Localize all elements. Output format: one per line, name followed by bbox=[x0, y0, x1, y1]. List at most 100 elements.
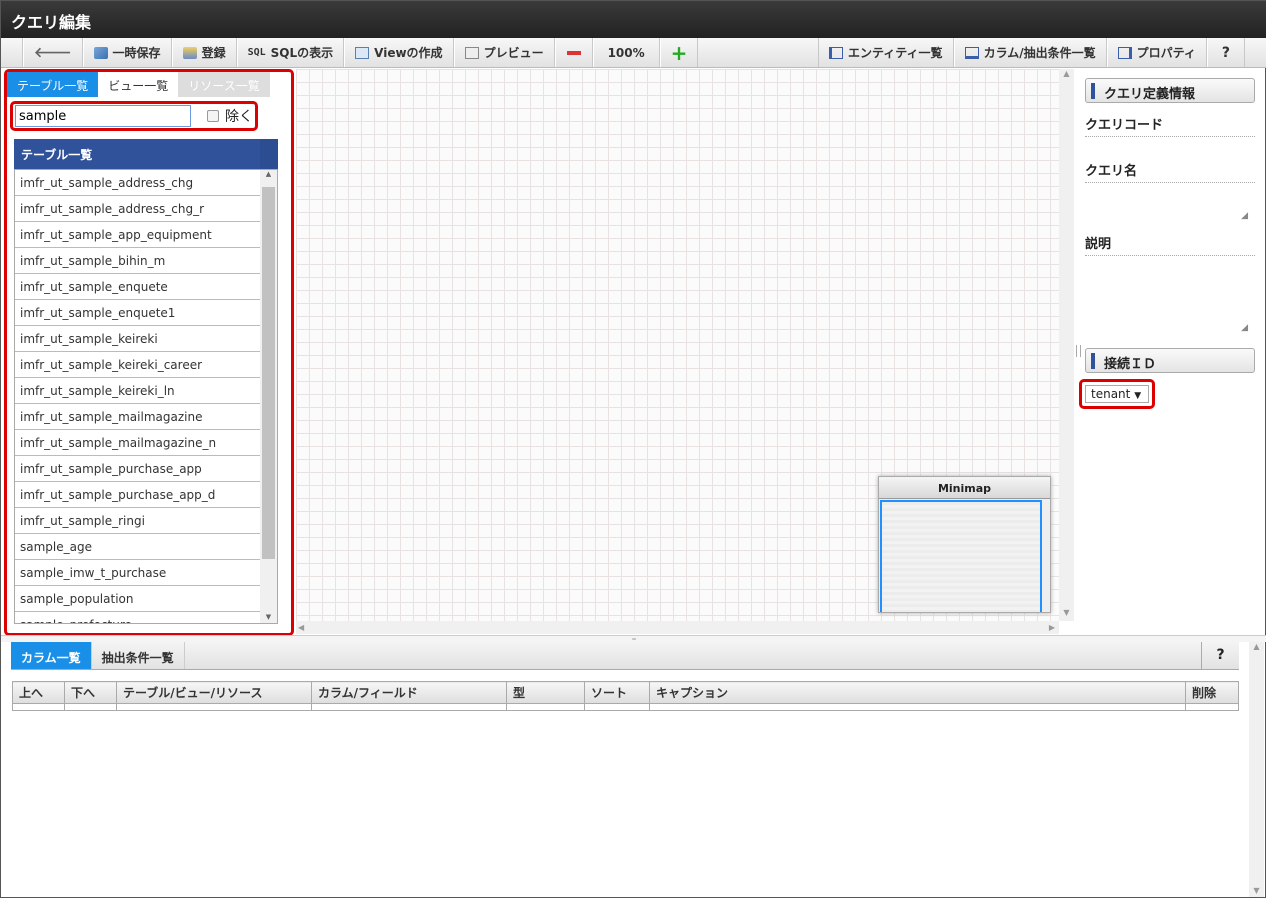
create-view-button[interactable]: Viewの作成 bbox=[344, 38, 454, 67]
preview-icon bbox=[464, 46, 479, 59]
col-header-caption: キャプション bbox=[649, 681, 1186, 704]
table-list-item[interactable]: sample_imw_t_purchase bbox=[15, 560, 261, 586]
property-button[interactable]: プロパティ bbox=[1106, 38, 1207, 67]
tab-views[interactable]: ビュー一覧 bbox=[98, 72, 179, 97]
table-list-item[interactable]: imfr_ut_sample_address_chg bbox=[15, 170, 261, 196]
preview-label: プレビュー bbox=[483, 46, 544, 60]
table-list-item[interactable]: imfr_ut_sample_mailmagazine_n bbox=[15, 430, 261, 456]
create-view-label: Viewの作成 bbox=[374, 46, 443, 60]
table-list-item[interactable]: imfr_ut_sample_keireki bbox=[15, 326, 261, 352]
resize-handle-icon[interactable]: ◢ bbox=[1085, 211, 1248, 223]
col-header-sort: ソート bbox=[584, 681, 650, 704]
entity-list-label: エンティティ一覧 bbox=[848, 46, 943, 60]
register-icon bbox=[182, 46, 197, 59]
window-title: クエリ編集 bbox=[1, 1, 1266, 38]
scroll-up-icon[interactable]: ▲ bbox=[260, 170, 277, 178]
table-list-item[interactable]: imfr_ut_sample_bihin_m bbox=[15, 248, 261, 274]
table-list-item[interactable]: sample_population bbox=[15, 586, 261, 612]
scroll-down-icon[interactable]: ▼ bbox=[1059, 608, 1074, 617]
left-tabs: テーブル一覧 ビュー一覧 リソース一覧 bbox=[7, 72, 291, 97]
table-list-item[interactable]: imfr_ut_sample_enquete bbox=[15, 274, 261, 300]
register-button[interactable]: 登録 bbox=[171, 38, 237, 67]
zoom-out-button[interactable] bbox=[554, 38, 593, 67]
resize-handle-icon[interactable]: ◢ bbox=[1085, 323, 1248, 335]
canvas-horizontal-scrollbar[interactable]: ◀ ▶ bbox=[296, 621, 1059, 634]
table-search-input[interactable] bbox=[15, 105, 191, 127]
exclude-label: 除く bbox=[225, 109, 253, 125]
table-list-header: テーブル一覧 bbox=[14, 139, 278, 169]
table-list-item[interactable]: sample_age bbox=[15, 534, 261, 560]
panel-icon bbox=[829, 46, 843, 59]
canvas-vertical-scrollbar[interactable]: ▲ ▼ bbox=[1059, 69, 1074, 621]
minimap[interactable]: Minimap bbox=[878, 476, 1051, 613]
splitter-grip-icon[interactable] bbox=[1076, 345, 1081, 357]
connection-id-select[interactable]: tenant ▼ bbox=[1085, 385, 1149, 403]
description-label: 説明 bbox=[1085, 233, 1255, 256]
query-name-label: クエリ名 bbox=[1085, 160, 1255, 183]
minus-icon bbox=[566, 50, 581, 55]
bottom-scrollbar[interactable]: ▲ ▼ bbox=[1249, 642, 1264, 897]
col-header-type: 型 bbox=[506, 681, 585, 704]
column-list-button[interactable]: カラム/抽出条件一覧 bbox=[953, 38, 1107, 67]
entity-list-button[interactable]: エンティティ一覧 bbox=[818, 38, 954, 67]
sql-icon: SQL bbox=[247, 47, 266, 58]
tab-columns[interactable]: カラム一覧 bbox=[11, 642, 92, 669]
preview-button[interactable]: プレビュー bbox=[453, 38, 555, 67]
col-header-delete: 削除 bbox=[1185, 681, 1239, 704]
zoom-level: 100% bbox=[592, 38, 660, 67]
bottom-tabs: カラム一覧 抽出条件一覧 ? bbox=[11, 642, 1239, 670]
table-list-item[interactable]: imfr_ut_sample_purchase_app_d bbox=[15, 482, 261, 508]
left-panel: テーブル一覧 ビュー一覧 リソース一覧 除く テーブル一覧 imfr_ut_sa… bbox=[4, 69, 294, 636]
panel-icon bbox=[964, 46, 979, 59]
help-button[interactable]: ? bbox=[1206, 38, 1245, 67]
exclude-checkbox[interactable] bbox=[207, 110, 219, 122]
scroll-up-icon[interactable]: ▲ bbox=[1059, 69, 1074, 78]
col-header-field: カラム/フィールド bbox=[311, 681, 507, 704]
tab-tables[interactable]: テーブル一覧 bbox=[7, 72, 99, 97]
zoom-in-button[interactable]: + bbox=[659, 38, 699, 67]
arrow-left-icon: 🡐 bbox=[34, 45, 72, 61]
table-list-item[interactable]: imfr_ut_sample_enquete1 bbox=[15, 300, 261, 326]
show-sql-button[interactable]: SQL SQLの表示 bbox=[236, 38, 345, 67]
plus-icon: + bbox=[670, 40, 688, 65]
scroll-down-icon[interactable]: ▼ bbox=[1249, 886, 1264, 895]
query-code-label: クエリコード bbox=[1085, 114, 1255, 137]
table-list-item[interactable]: imfr_ut_sample_keireki_ln bbox=[15, 378, 261, 404]
panel-icon bbox=[1117, 46, 1132, 59]
col-header-up: 上へ bbox=[12, 681, 65, 704]
column-list-label: カラム/抽出条件一覧 bbox=[983, 46, 1096, 60]
list-scrollbar[interactable]: ▲ ▼ bbox=[260, 170, 277, 623]
toolbar-gap bbox=[698, 38, 818, 67]
list-scroll-thumb[interactable] bbox=[262, 187, 275, 559]
table-list-item[interactable]: imfr_ut_sample_keireki_career bbox=[15, 352, 261, 378]
scroll-left-icon[interactable]: ◀ bbox=[298, 623, 304, 632]
bottom-help-button[interactable]: ? bbox=[1201, 642, 1239, 669]
col-header-source: テーブル/ビュー/リソース bbox=[116, 681, 312, 704]
minimap-viewport[interactable] bbox=[880, 500, 1042, 612]
scroll-right-icon[interactable]: ▶ bbox=[1049, 623, 1055, 632]
scroll-up-icon[interactable]: ▲ bbox=[1249, 642, 1264, 651]
table-list-item[interactable]: imfr_ut_sample_app_equipment bbox=[15, 222, 261, 248]
table-list-item[interactable]: sample_prefecture bbox=[15, 612, 261, 623]
table-list-item[interactable]: imfr_ut_sample_ringi bbox=[15, 508, 261, 534]
connection-id-section[interactable]: 接続ＩＤ bbox=[1085, 348, 1255, 373]
search-area: 除く bbox=[10, 101, 258, 131]
toolbar: 🡐 一時保存 登録 SQL SQLの表示 Viewの作成 プレビュー 100% +… bbox=[1, 38, 1266, 68]
tab-conditions[interactable]: 抽出条件一覧 bbox=[92, 642, 185, 669]
property-label: プロパティ bbox=[1136, 46, 1196, 60]
temp-save-button[interactable]: 一時保存 bbox=[82, 38, 172, 67]
table-list-item[interactable]: imfr_ut_sample_address_chg_r bbox=[15, 196, 261, 222]
properties-panel: クエリ定義情報 クエリコード クエリ名 ◢ 説明 ◢ 接続ＩＤ tenant ▼ bbox=[1076, 69, 1263, 629]
minimap-title: Minimap bbox=[879, 477, 1050, 499]
query-info-section[interactable]: クエリ定義情報 bbox=[1085, 78, 1255, 103]
table-list-item[interactable]: imfr_ut_sample_mailmagazine bbox=[15, 404, 261, 430]
scroll-down-icon[interactable]: ▼ bbox=[260, 613, 277, 621]
back-button[interactable]: 🡐 bbox=[23, 38, 83, 67]
register-label: 登録 bbox=[201, 46, 226, 60]
table-list: imfr_ut_sample_address_chg imfr_ut_sample… bbox=[14, 169, 278, 624]
connection-area: tenant ▼ bbox=[1079, 379, 1155, 409]
tab-resources[interactable]: リソース一覧 bbox=[178, 72, 270, 97]
table-list-item[interactable]: imfr_ut_sample_purchase_app bbox=[15, 456, 261, 482]
horizontal-splitter[interactable]: ═ bbox=[1, 635, 1266, 643]
